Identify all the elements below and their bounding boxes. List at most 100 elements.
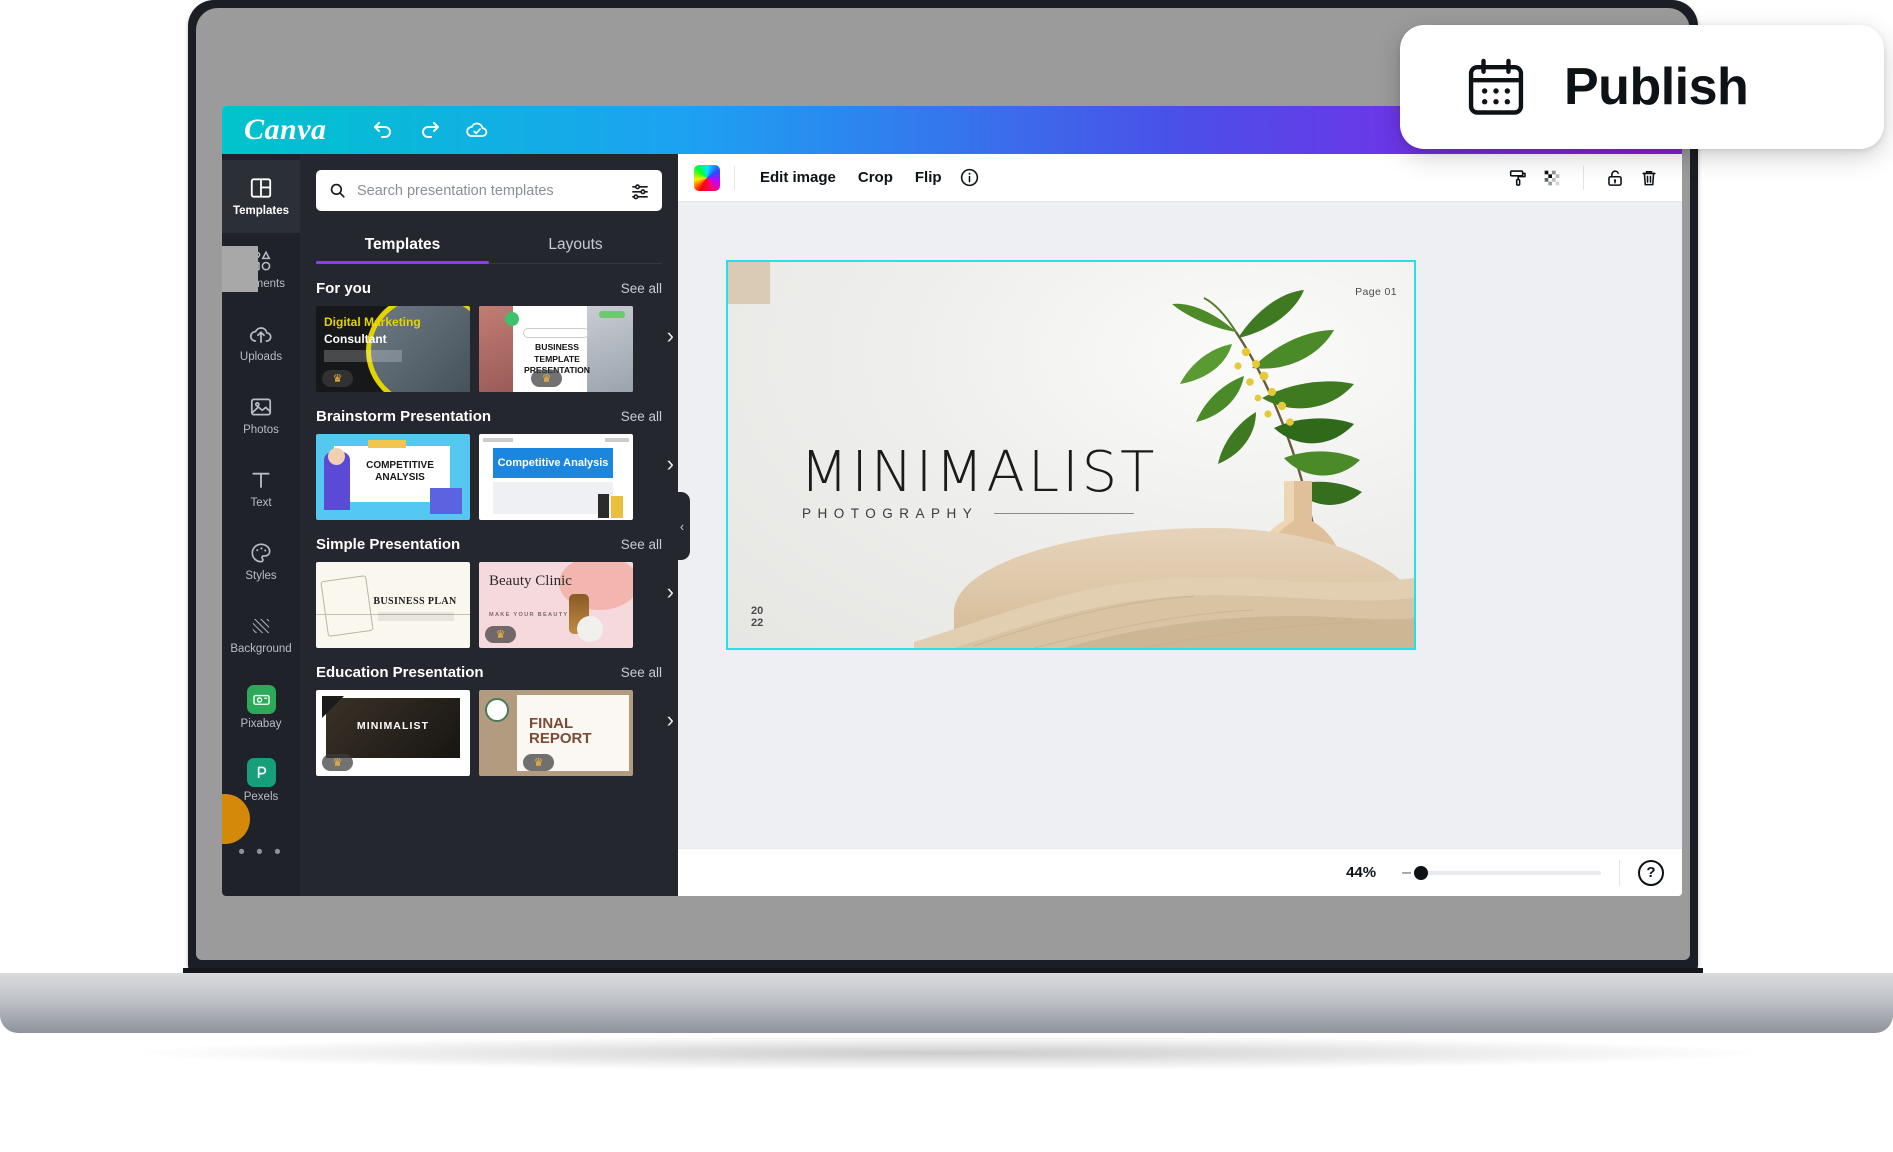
sidebar-label: Pixabay (240, 717, 282, 730)
template-thumb-beauty-clinic[interactable]: Beauty Clinic MAKE YOUR BEAUTY ♛ (479, 562, 633, 648)
templates-icon (250, 178, 272, 198)
paint-roller-icon[interactable] (1501, 162, 1535, 194)
rainbow-color-icon[interactable] (694, 164, 720, 191)
see-all-link[interactable]: See all (621, 665, 662, 680)
see-all-link[interactable]: See all (621, 281, 662, 296)
topbar-icon-group (371, 118, 489, 142)
section-title: For you (316, 280, 371, 297)
template-thumb-competitive-analysis-white[interactable]: Competitive Analysis (479, 434, 633, 520)
slide-subtitle-group[interactable]: PHOTOGRAPHY (802, 506, 1135, 521)
pro-badge: ♛ (322, 370, 353, 387)
tab-layouts[interactable]: Layouts (489, 227, 662, 263)
canva-logo[interactable]: Canva (244, 113, 327, 147)
sidebar-item-text[interactable]: Text (222, 452, 300, 525)
thumb-title: Beauty Clinic (489, 573, 572, 589)
template-thumb-minimalist-education[interactable]: MINIMALIST ♛ (316, 690, 470, 776)
search-box[interactable] (316, 170, 662, 211)
filter-sliders-icon[interactable] (630, 181, 650, 201)
zoom-slider[interactable] (1414, 865, 1601, 880)
template-thumb-business-plan[interactable]: BUSINESS PLAN (316, 562, 470, 648)
thumb-title: Competitive Analysis (497, 456, 609, 469)
pixabay-icon (246, 684, 276, 714)
templates-panel: Templates Layouts For you See all Digit (300, 154, 678, 896)
carousel-next-icon[interactable]: › (667, 453, 674, 475)
zoom-level[interactable]: 44% (1346, 864, 1376, 881)
zoom-out-button[interactable]: – (1402, 864, 1411, 882)
sidebar-more-button[interactable]: • • • (222, 842, 300, 864)
section-education: Education Presentation See all MINIMALIS… (316, 664, 674, 776)
template-thumb-digital-marketing[interactable]: Digital Marketing Consultant ♛ (316, 306, 470, 392)
transparency-icon[interactable] (1535, 162, 1569, 194)
section-header: Education Presentation See all (316, 664, 662, 681)
flip-button[interactable]: Flip (904, 163, 953, 192)
cloud-saved-icon[interactable] (465, 118, 489, 142)
crop-button[interactable]: Crop (847, 163, 904, 192)
slide-canvas[interactable]: MINIMALIST PHOTOGRAPHY Page 01 20 22 (726, 260, 1416, 650)
thumb-title: Digital Marketing (324, 315, 421, 329)
section-title: Education Presentation (316, 664, 484, 681)
search-wrap (300, 154, 678, 211)
year-tag: 20 22 (751, 605, 763, 630)
thumb-subtitle: Consultant (324, 332, 387, 346)
screenshot-root: Macbook Air Canva (0, 0, 1893, 1152)
carousel-next-icon[interactable]: › (667, 581, 674, 603)
search-input[interactable] (357, 182, 620, 199)
thumb-row: COMPETITIVE ANALYSIS Competitive Analysi… (316, 434, 674, 520)
carousel-next-icon[interactable]: › (667, 709, 674, 731)
template-thumb-competitive-analysis-blue[interactable]: COMPETITIVE ANALYSIS (316, 434, 470, 520)
edit-image-button[interactable]: Edit image (749, 163, 847, 192)
thumb-row: MINIMALIST ♛ FINAL REPORT ♛ › (316, 690, 674, 776)
cloth-folds (914, 577, 1414, 648)
publish-callout-card[interactable]: Publish (1400, 25, 1884, 149)
sidebar-item-templates[interactable]: Templates (222, 160, 300, 233)
redo-icon[interactable] (418, 118, 442, 142)
template-thumb-business-template[interactable]: BUSINESS TEMPLATE PRESENTATION ♛ (479, 306, 633, 392)
sidebar-item-photos[interactable]: Photos (222, 379, 300, 452)
palette-icon (251, 543, 271, 563)
editor-area: Edit image Crop Flip MINIMALIST PHOTOGRA… (678, 154, 1682, 896)
sidebar-label: Pexels (243, 790, 279, 803)
sidebar-label: Photos (243, 424, 279, 437)
red-grey-accent-chip (222, 246, 258, 292)
section-brainstorm: Brainstorm Presentation See all COMPETIT… (316, 408, 674, 520)
subtitle-rule (994, 513, 1135, 514)
section-simple: Simple Presentation See all BUSINESS PLA… (316, 536, 674, 648)
pro-badge: ♛ (485, 626, 516, 643)
year-line-1: 20 (751, 604, 764, 617)
see-all-link[interactable]: See all (621, 409, 662, 424)
sidebar-item-background[interactable]: Background (222, 598, 300, 671)
laptop-screen: Canva Untitled (196, 8, 1690, 960)
upload-cloud-icon (249, 327, 272, 344)
year-line-2: 22 (751, 617, 764, 630)
section-title: Brainstorm Presentation (316, 408, 492, 425)
see-all-link[interactable]: See all (621, 537, 662, 552)
thumb-row: BUSINESS PLAN Beauty Clinic MAKE YOUR BE… (316, 562, 674, 648)
photo-icon (250, 398, 272, 416)
trash-icon[interactable] (1632, 162, 1666, 194)
slide-title[interactable]: MINIMALIST (800, 440, 1157, 505)
slide-subtitle: PHOTOGRAPHY (802, 506, 979, 521)
app-body: Templates Elements Uploads Photos Text S… (222, 154, 1682, 896)
section-header: Brainstorm Presentation See all (316, 408, 662, 425)
statusbar-divider (1619, 859, 1620, 886)
laptop-base: Macbook Air (0, 973, 1893, 1033)
lock-icon[interactable] (1598, 162, 1632, 194)
sidebar-item-pixabay[interactable]: Pixabay (222, 671, 300, 744)
canvas-area[interactable]: MINIMALIST PHOTOGRAPHY Page 01 20 22 (678, 202, 1682, 848)
info-icon[interactable] (953, 162, 987, 194)
tab-templates[interactable]: Templates (316, 227, 489, 264)
sidebar-item-uploads[interactable]: Uploads (222, 306, 300, 379)
beige-square-accent (728, 262, 770, 304)
undo-icon[interactable] (371, 118, 395, 142)
panel-collapse-handle[interactable]: ‹ (674, 492, 690, 560)
toolbar-divider (1583, 165, 1584, 190)
zoom-slider-knob[interactable] (1414, 865, 1428, 880)
thumb-subtitle: MAKE YOUR BEAUTY (489, 612, 569, 618)
carousel-next-icon[interactable]: › (667, 325, 674, 347)
template-thumb-final-report[interactable]: FINAL REPORT ♛ (479, 690, 633, 776)
thumb-title: MINIMALIST (356, 720, 430, 732)
thumb-row: Digital Marketing Consultant ♛ BUSINESS … (316, 306, 674, 392)
section-title: Simple Presentation (316, 536, 461, 553)
help-icon[interactable]: ? (1638, 859, 1664, 886)
sidebar-item-styles[interactable]: Styles (222, 525, 300, 598)
